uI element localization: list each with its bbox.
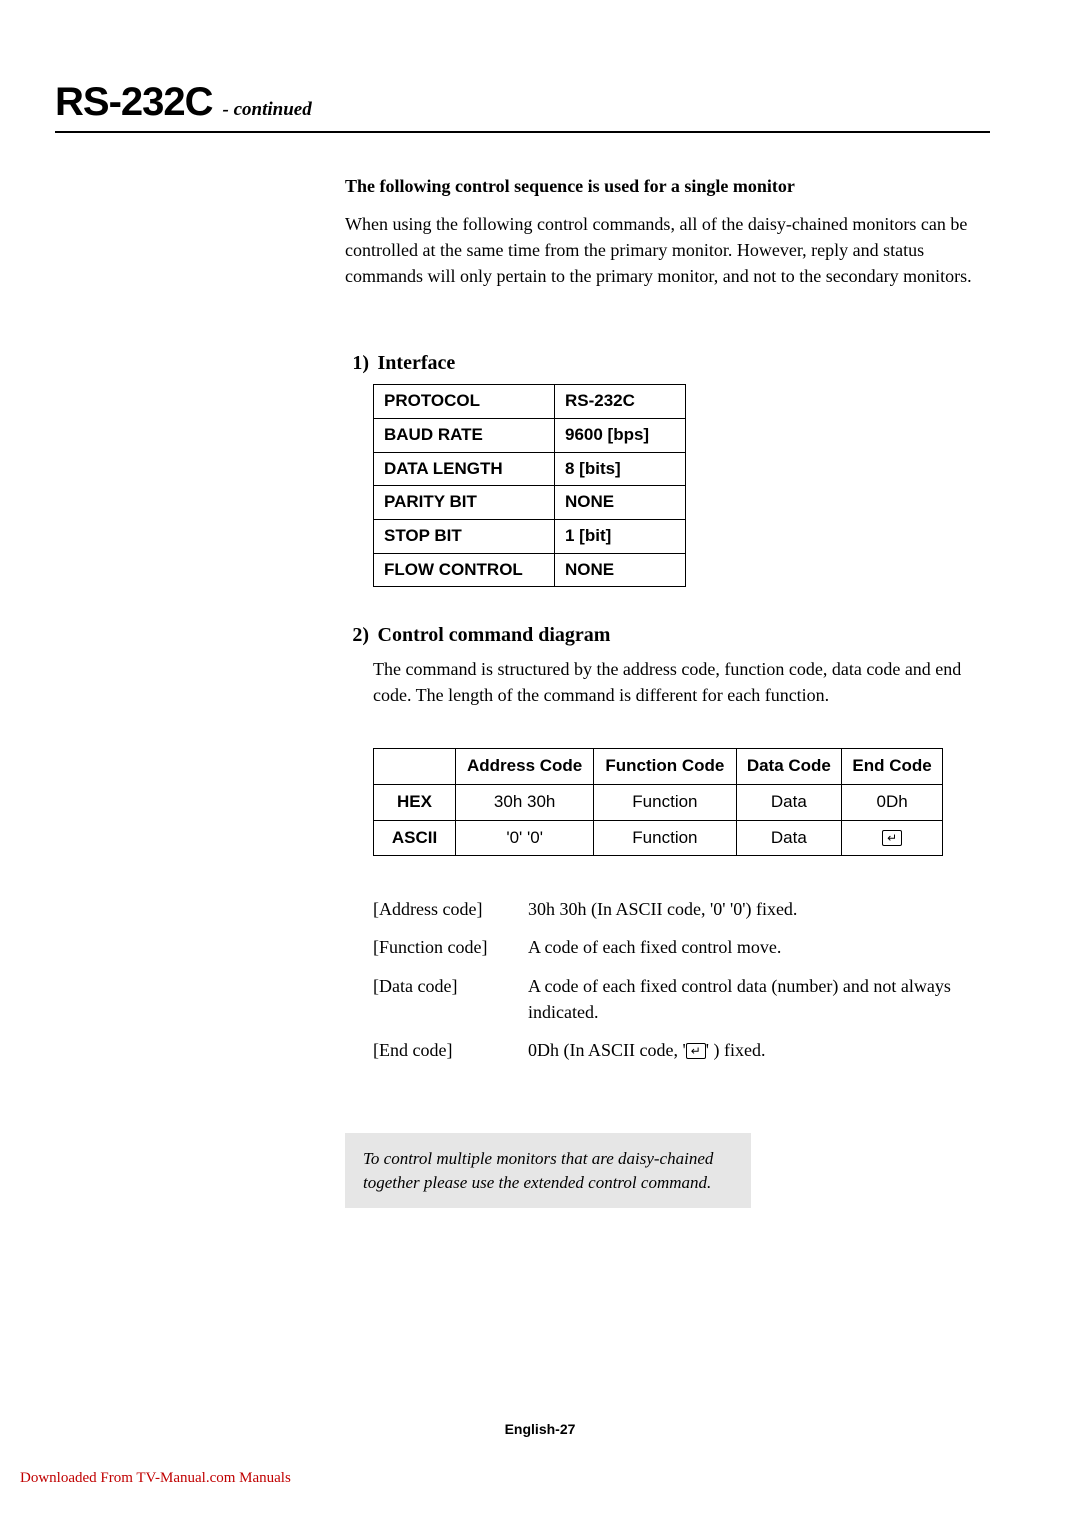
download-source-note: Downloaded From TV-Manual.com Manuals xyxy=(20,1470,291,1487)
table-row: BAUD RATE 9600 [bps] xyxy=(374,419,686,453)
iface-key: DATA LENGTH xyxy=(374,452,555,486)
cmd-header: End Code xyxy=(842,749,943,785)
cmd-cell: '0' '0' xyxy=(456,820,594,856)
definition-row: [Function code] A code of each fixed con… xyxy=(373,934,990,960)
cmd-header-blank xyxy=(374,749,456,785)
table-row: ASCII '0' '0' Function Data ↵ xyxy=(374,820,943,856)
enter-key-icon: ↵ xyxy=(882,830,902,846)
iface-val: RS-232C xyxy=(555,385,686,419)
definition-label: [Data code] xyxy=(373,973,528,1025)
cmd-cell: Function xyxy=(594,820,736,856)
section-1-number: 1) xyxy=(345,349,369,378)
cmd-row-label: HEX xyxy=(374,785,456,821)
iface-val: NONE xyxy=(555,486,686,520)
iface-key: FLOW CONTROL xyxy=(374,553,555,587)
definition-row: [End code] 0Dh (In ASCII code, '↵' ) fix… xyxy=(373,1037,990,1063)
intro-body: When using the following control command… xyxy=(345,211,990,289)
cmd-cell: Data xyxy=(736,820,842,856)
definition-label: [End code] xyxy=(373,1037,528,1063)
section-1-heading: 1) Interface xyxy=(345,349,990,378)
table-row: FLOW CONTROL NONE xyxy=(374,553,686,587)
cmd-cell: 0Dh xyxy=(842,785,943,821)
section-2-heading: 2) Control command diagram xyxy=(345,621,990,650)
iface-key: BAUD RATE xyxy=(374,419,555,453)
definition-value: 30h 30h (In ASCII code, '0' '0') fixed. xyxy=(528,896,990,922)
table-row: DATA LENGTH 8 [bits] xyxy=(374,452,686,486)
command-table: Address Code Function Code Data Code End… xyxy=(373,748,943,856)
section-2-title: Control command diagram xyxy=(378,624,611,646)
cmd-cell: 30h 30h xyxy=(456,785,594,821)
cmd-row-label: ASCII xyxy=(374,820,456,856)
section-2-body: The command is structured by the address… xyxy=(373,656,990,708)
iface-key: STOP BIT xyxy=(374,519,555,553)
definitions-list: [Address code] 30h 30h (In ASCII code, '… xyxy=(373,896,990,1062)
table-row: STOP BIT 1 [bit] xyxy=(374,519,686,553)
page-footer: English-27 xyxy=(0,1421,1080,1437)
cmd-header: Data Code xyxy=(736,749,842,785)
cmd-cell: ↵ xyxy=(842,820,943,856)
iface-val: 1 [bit] xyxy=(555,519,686,553)
definition-label: [Function code] xyxy=(373,934,528,960)
iface-val: NONE xyxy=(555,553,686,587)
table-row: PROTOCOL RS-232C xyxy=(374,385,686,419)
table-row: HEX 30h 30h Function Data 0Dh xyxy=(374,785,943,821)
cmd-cell: Function xyxy=(594,785,736,821)
definition-value: A code of each fixed control move. xyxy=(528,934,990,960)
iface-key: PROTOCOL xyxy=(374,385,555,419)
cmd-cell: Data xyxy=(736,785,842,821)
iface-val: 8 [bits] xyxy=(555,452,686,486)
header-title: RS-232C xyxy=(55,80,213,124)
definition-value: 0Dh (In ASCII code, '↵' ) fixed. xyxy=(528,1037,990,1063)
content-column: The following control sequence is used f… xyxy=(345,173,990,1208)
section-1-title: Interface xyxy=(378,352,456,374)
table-row: PARITY BIT NONE xyxy=(374,486,686,520)
document-page: RS-232C - continued The following contro… xyxy=(0,0,1080,1527)
header-subtitle: - continued xyxy=(223,99,312,120)
table-header-row: Address Code Function Code Data Code End… xyxy=(374,749,943,785)
section-2-number: 2) xyxy=(345,621,369,650)
definition-row: [Address code] 30h 30h (In ASCII code, '… xyxy=(373,896,990,922)
cmd-header: Function Code xyxy=(594,749,736,785)
definition-label: [Address code] xyxy=(373,896,528,922)
definition-row: [Data code] A code of each fixed control… xyxy=(373,973,990,1025)
note-box: To control multiple monitors that are da… xyxy=(345,1133,751,1209)
iface-key: PARITY BIT xyxy=(374,486,555,520)
enter-key-icon: ↵ xyxy=(686,1043,706,1059)
page-header: RS-232C - continued xyxy=(55,80,990,133)
intro-heading: The following control sequence is used f… xyxy=(345,173,990,199)
cmd-header: Address Code xyxy=(456,749,594,785)
iface-val: 9600 [bps] xyxy=(555,419,686,453)
definition-value: A code of each fixed control data (numbe… xyxy=(528,973,990,1025)
interface-table: PROTOCOL RS-232C BAUD RATE 9600 [bps] DA… xyxy=(373,384,686,587)
